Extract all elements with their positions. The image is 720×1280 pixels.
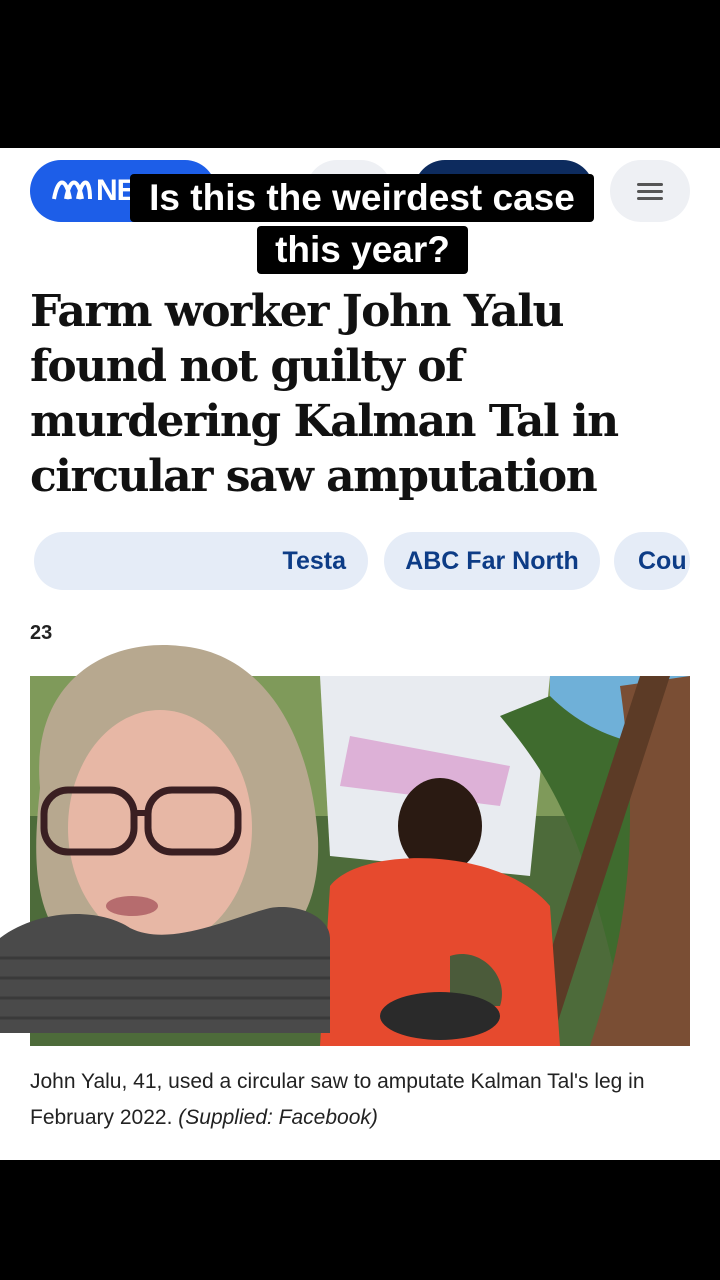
tag-label: ABC Far North (405, 546, 579, 575)
tag-author[interactable]: Testa (34, 532, 368, 590)
abc-logo-icon (52, 173, 92, 209)
tag-label: Testa (282, 546, 346, 575)
photo-caption: John Yalu, 41, used a circular saw to am… (30, 1064, 700, 1136)
article-headline: Farm worker John Yalu found not guilty o… (30, 286, 619, 502)
hamburger-menu-icon (637, 179, 663, 204)
menu-button[interactable] (610, 160, 690, 222)
news-article-page: NE Is this the weirdest case this year? … (0, 148, 720, 1160)
overlay-caption-line-1: Is this the weirdest case (130, 174, 594, 222)
tag-abc-far-north[interactable]: ABC Far North (384, 532, 600, 590)
tag-court[interactable]: Cou (614, 532, 690, 590)
presenter-video-overlay (0, 638, 330, 1033)
photo-credit: (Supplied: Facebook) (178, 1106, 378, 1129)
overlay-caption-line-2: this year? (257, 226, 468, 274)
tag-label: Cou (638, 546, 687, 575)
